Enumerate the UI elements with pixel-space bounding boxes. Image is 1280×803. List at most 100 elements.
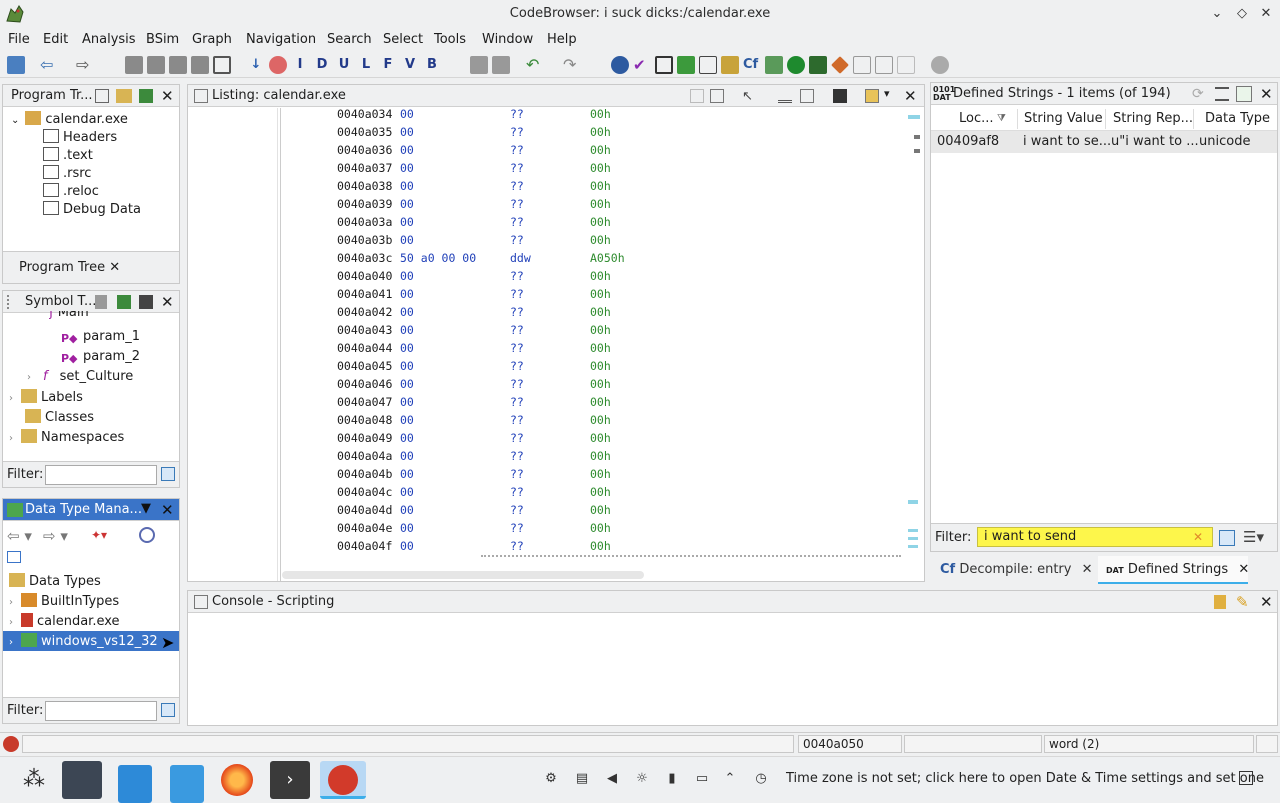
check-icon[interactable]: ✔ (633, 56, 651, 74)
chevron-up-icon[interactable]: ⌃ (722, 771, 738, 787)
decompile-icon[interactable]: Cf (743, 56, 761, 74)
label-icon[interactable]: L (357, 56, 375, 74)
down-arrow-icon[interactable]: ↓ (247, 56, 265, 74)
clipboard-icon[interactable]: ▤ (574, 771, 590, 787)
show-desktop-icon[interactable] (1239, 771, 1253, 785)
listing-row[interactable]: 0040a036 00?? 00h (1, 141, 611, 159)
menu-help[interactable]: Help (547, 32, 577, 47)
cursor-icon[interactable]: ↖ (742, 89, 756, 104)
paste-icon[interactable] (710, 89, 724, 103)
column-data-type[interactable]: Data Type (1205, 111, 1270, 126)
menu-search[interactable]: Search (327, 32, 372, 47)
copy-icon[interactable] (690, 89, 704, 103)
app-launcher-icon[interactable]: ⁂ (14, 761, 54, 799)
diamond-icon[interactable] (831, 56, 849, 74)
terminal-icon[interactable]: › (270, 761, 310, 799)
nav-prev-icon[interactable] (125, 56, 143, 74)
menu-file[interactable]: File (8, 32, 30, 47)
expand-chevron-icon[interactable]: › (9, 637, 13, 648)
clear-console-icon[interactable]: ✎ (1236, 593, 1249, 611)
listing-row[interactable]: 0040a03c 50 a0 00 00 ddw A050h (1, 249, 625, 267)
memory-icon[interactable] (655, 56, 673, 74)
nav-data-icon[interactable] (169, 56, 187, 74)
dtm-filter-input[interactable] (45, 701, 157, 721)
menu-graph[interactable]: Graph (192, 32, 232, 47)
column-string-rep[interactable]: String Rep... (1113, 111, 1193, 126)
close-tab-icon[interactable]: ✕ (1238, 562, 1249, 577)
listing-row[interactable]: 0040a048 00?? 00h (1, 411, 611, 429)
close-defined-strings-icon[interactable]: ✕ (1260, 85, 1273, 103)
stop-icon[interactable] (269, 56, 287, 74)
clock-icon[interactable]: ◷ (753, 771, 769, 787)
table-row[interactable]: 00409af8 i want to se... u"i want to ...… (931, 131, 1277, 153)
listing-row[interactable]: 0040a042 00?? 00h (1, 303, 611, 321)
column-location[interactable]: Loc... (959, 111, 994, 126)
listing-code-area[interactable]: 0040a034 00?? 00h 0040a035 00?? 00h 0040a036 00… (1, 105, 901, 565)
close-program-tree-icon[interactable]: ✕ (161, 87, 174, 105)
menu-bsim[interactable]: BSim (146, 32, 179, 47)
listing-row[interactable]: 0040a044 00?? 00h (1, 339, 611, 357)
variable-icon[interactable]: V (401, 56, 419, 74)
listing-overview-bar[interactable] (906, 113, 920, 553)
column-string-value[interactable]: String Value (1024, 111, 1103, 126)
tool-b-icon[interactable] (492, 56, 510, 74)
registers-icon[interactable] (699, 56, 717, 74)
refresh-icon[interactable] (677, 56, 695, 74)
tree-item-data-types[interactable]: Data Types (9, 573, 101, 589)
settings-icon[interactable] (931, 56, 949, 74)
listing-row[interactable]: 0040a04b 00?? 00h (1, 465, 611, 483)
function-icon[interactable]: F (379, 56, 397, 74)
expand-chevron-icon[interactable]: › (9, 617, 13, 628)
listing-row[interactable]: 0040a037 00?? 00h (1, 159, 611, 177)
menu-tools[interactable]: Tools (434, 32, 466, 47)
settings-app-icon[interactable] (62, 761, 102, 799)
timezone-message[interactable]: Time zone is not set; click here to open… (786, 771, 1264, 786)
tab-decompile-entry[interactable]: Cf Decompile: entry ✕ (940, 562, 1093, 577)
diff-icon[interactable] (800, 89, 814, 103)
window-b-icon[interactable] (875, 56, 893, 74)
listing-row[interactable]: 0040a04d 00?? 00h (1, 501, 611, 519)
clear-filter-icon[interactable]: ✕ (1193, 530, 1203, 544)
lock-icon[interactable] (1214, 595, 1226, 609)
back-arrow-icon[interactable]: ⇦ (40, 56, 58, 74)
brightness-icon[interactable]: ☼ (634, 771, 650, 787)
refresh-icon[interactable]: ⟳ (1192, 86, 1208, 102)
menu-select[interactable]: Select (383, 32, 423, 47)
filter-options-icon[interactable] (161, 703, 175, 717)
close-icon[interactable]: ✕ (1257, 5, 1275, 23)
expand-chevron-icon[interactable]: › (9, 597, 13, 608)
window-c-icon[interactable] (897, 56, 915, 74)
listing-row[interactable]: 0040a04f 00?? 00h (1, 537, 611, 555)
listing-row[interactable]: 0040a040 00?? 00h (1, 267, 611, 285)
file-manager-icon[interactable] (170, 765, 204, 803)
listing-row[interactable]: 0040a049 00?? 00h (1, 429, 611, 447)
battery-icon[interactable]: ▮ (664, 771, 680, 787)
close-listing-icon[interactable]: ✕ (904, 87, 917, 105)
nav-next-icon[interactable] (147, 56, 165, 74)
listing-row[interactable]: 0040a04e 00?? 00h (1, 519, 611, 537)
export-icon[interactable] (1236, 86, 1252, 102)
listing-row[interactable]: 0040a04c 00?? 00h (1, 483, 611, 501)
menu-navigation[interactable]: Navigation (246, 32, 316, 47)
undo-icon[interactable]: ↶ (526, 56, 544, 74)
export-icon[interactable] (139, 89, 153, 103)
ghidra-status-icon[interactable] (3, 736, 19, 752)
globe-icon[interactable] (611, 56, 629, 74)
undefined-icon[interactable]: U (335, 56, 353, 74)
sort-icon[interactable]: ⧩ (997, 113, 1006, 124)
instruction-icon[interactable]: I (291, 56, 309, 74)
listing-row[interactable]: 0040a035 00?? 00h (1, 123, 611, 141)
strings-filter-input[interactable]: i want to send (977, 527, 1213, 547)
redo-icon[interactable]: ↷ (563, 56, 581, 74)
minimize-icon[interactable]: ⌄ (1208, 5, 1226, 23)
listing-row[interactable]: 0040a041 00?? 00h (1, 285, 611, 303)
listing-row[interactable]: 0040a03a 00?? 00h (1, 213, 611, 231)
listing-row[interactable]: 0040a034 00?? 00h (1, 105, 611, 123)
tree-view-icon[interactable] (95, 89, 109, 103)
graph-icon[interactable] (765, 56, 783, 74)
run-icon[interactable] (787, 56, 805, 74)
layout-icon[interactable] (865, 89, 879, 103)
listing-row[interactable]: 0040a04a 00?? 00h (1, 447, 611, 465)
listing-row[interactable]: 0040a03b 00?? 00h (1, 231, 611, 249)
window-a-icon[interactable] (853, 56, 871, 74)
